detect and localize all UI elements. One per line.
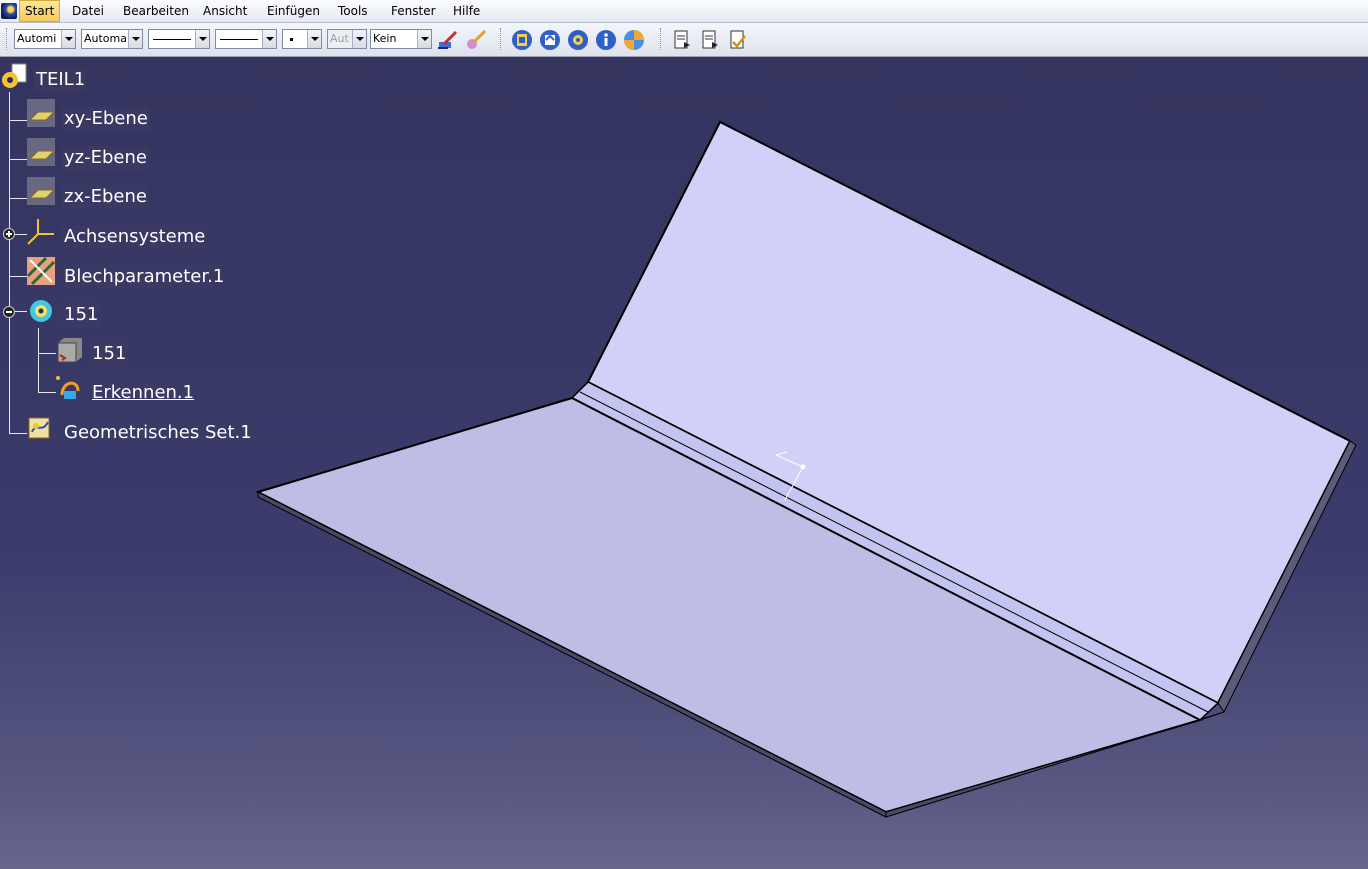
line-thickness-combo[interactable] (148, 29, 210, 49)
recognize-icon[interactable] (54, 373, 84, 403)
tree-item-axis-systems[interactable]: Achsensysteme (62, 225, 208, 249)
tree-connector (9, 92, 10, 433)
tree-item-yz-plane[interactable]: yz-Ebene (62, 146, 149, 170)
part-root-icon[interactable] (0, 62, 30, 92)
analysis-button[interactable] (622, 28, 646, 52)
menu-bar: Start Datei Bearbeiten Ansicht Einfügen … (0, 0, 1368, 23)
layer-combo[interactable]: Kein (370, 29, 432, 49)
plane-icon[interactable] (26, 137, 56, 167)
line-thickness-preview (153, 39, 191, 40)
expand-toggle-icon[interactable] (3, 228, 15, 240)
tree-connector (9, 433, 27, 434)
document-button-2[interactable] (698, 28, 722, 52)
painter-button[interactable] (436, 28, 460, 52)
tree-item-geometric-set[interactable]: Geometrisches Set.1 (62, 421, 254, 445)
chevron-down-icon[interactable] (128, 30, 142, 48)
tree-connector (38, 328, 39, 392)
tree-root-label[interactable]: TEIL1 (34, 68, 88, 92)
solid-feature-icon[interactable] (54, 335, 84, 365)
measure-button[interactable] (566, 28, 590, 52)
tree-item-sheet-metal-parameters[interactable]: Blechparameter.1 (62, 265, 227, 289)
menu-fenster[interactable]: Fenster (386, 0, 441, 22)
sync-button[interactable] (538, 28, 562, 52)
line-type-combo[interactable] (215, 29, 277, 49)
menu-einfuegen[interactable]: Einfügen (262, 0, 325, 22)
color-combo[interactable]: Automi (14, 29, 76, 49)
swap-button[interactable] (510, 28, 534, 52)
sync-icon (540, 30, 560, 50)
transparency-combo[interactable]: Automa (81, 29, 143, 49)
plane-icon[interactable] (26, 176, 56, 206)
tree-item-recognize[interactable]: Erkennen.1 (90, 381, 197, 405)
axis-system-icon[interactable] (26, 216, 56, 246)
info-button[interactable] (594, 28, 618, 52)
catia-app-icon[interactable] (1, 3, 17, 19)
tree-item-xy-plane[interactable]: xy-Ebene (62, 107, 150, 131)
toolbar-grip[interactable] (500, 28, 503, 50)
swap-icon (512, 30, 532, 50)
tree-connector (9, 159, 27, 160)
menu-start[interactable]: Start (19, 0, 61, 22)
document-icon (674, 30, 690, 49)
tree-item-body-child[interactable]: 151 (90, 342, 129, 366)
document-button-3[interactable] (726, 28, 750, 52)
transparency-combo-value: Automa (84, 32, 127, 45)
graphic-properties-toolbar: Automi Automa Aut Kein (0, 23, 1368, 57)
menu-bearbeiten[interactable]: Bearbeiten (118, 0, 194, 22)
color-combo-value: Automi (17, 32, 57, 45)
specification-tree: TEIL1 xy-Ebene yz-Ebene zx-Ebene Achsens… (0, 60, 260, 460)
toolbar-grip[interactable] (660, 28, 663, 50)
tree-connector (9, 276, 27, 277)
rendering-style-combo: Aut (327, 29, 367, 49)
sheet-metal-parameters-icon[interactable] (26, 256, 56, 286)
magic-wand-icon (467, 29, 487, 49)
tree-connector (9, 198, 27, 199)
chevron-down-icon[interactable] (195, 30, 209, 48)
layer-combo-value: Kein (373, 32, 397, 45)
document-icon (702, 30, 718, 49)
document-check-icon (730, 30, 746, 49)
info-icon (596, 30, 616, 50)
body-icon[interactable] (26, 296, 56, 326)
menu-ansicht[interactable]: Ansicht (198, 0, 252, 22)
tree-connector (9, 120, 27, 121)
chevron-down-icon[interactable] (262, 30, 276, 48)
document-button-1[interactable] (670, 28, 694, 52)
plane-icon[interactable] (26, 98, 56, 128)
chevron-down-icon[interactable] (307, 30, 321, 48)
line-type-preview (220, 39, 258, 40)
chevron-down-icon (352, 30, 366, 48)
gear-icon (568, 30, 588, 50)
toolbar-grip[interactable] (6, 28, 9, 50)
paintbrush-icon (438, 30, 458, 49)
menu-hilfe[interactable]: Hilfe (448, 0, 485, 22)
chevron-down-icon[interactable] (417, 30, 431, 48)
menu-datei[interactable]: Datei (67, 0, 109, 22)
chevron-down-icon[interactable] (61, 30, 75, 48)
quadrant-sphere-icon (624, 30, 644, 50)
tree-item-body[interactable]: 151 (62, 303, 101, 327)
menu-tools[interactable]: Tools (333, 0, 373, 22)
rendering-style-value: Aut (330, 32, 349, 45)
collapse-toggle-icon[interactable] (3, 306, 15, 318)
properties-painter-button[interactable] (464, 28, 488, 52)
geometric-set-icon[interactable] (26, 414, 56, 444)
point-symbol-icon (290, 38, 293, 41)
tree-item-zx-plane[interactable]: zx-Ebene (62, 185, 149, 209)
point-type-combo[interactable] (282, 29, 322, 49)
